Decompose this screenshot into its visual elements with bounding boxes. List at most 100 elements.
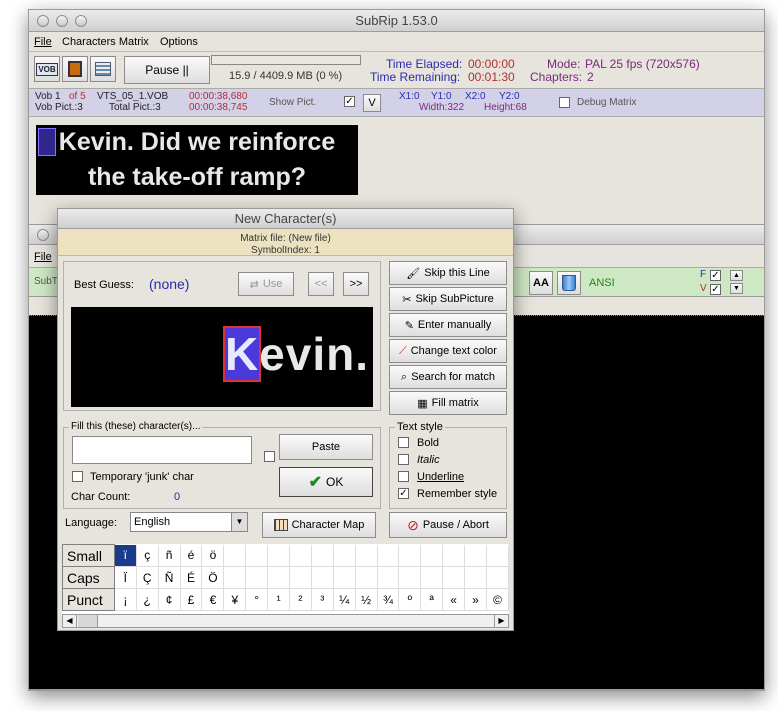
pause-abort-button[interactable]: ⊘ Pause / Abort (389, 512, 507, 538)
skip-line-button[interactable]: 🖌 Skip this Line (389, 261, 507, 285)
grid-cell[interactable] (311, 566, 334, 589)
grid-cell[interactable] (486, 566, 509, 589)
grid-cell[interactable]: ¡ (114, 588, 137, 611)
bold-checkbox[interactable] (398, 437, 409, 448)
grid-cell[interactable] (355, 544, 378, 567)
scroll-right-icon[interactable]: ▶ (494, 615, 508, 627)
grid-cell[interactable]: ö (201, 544, 225, 567)
second-menu-file[interactable]: File (34, 251, 52, 263)
grid-cell[interactable]: » (464, 588, 487, 611)
grid-cell[interactable]: © (486, 588, 509, 611)
v-checkbox[interactable]: ✓ (710, 284, 721, 295)
trash-button[interactable] (557, 271, 581, 295)
grid-cell[interactable]: € (201, 588, 225, 611)
spin-down-button[interactable]: ▼ (730, 283, 743, 294)
grid-cell[interactable] (289, 566, 312, 589)
open-vob-button[interactable]: VOB (34, 56, 60, 82)
minimize-window-button[interactable] (56, 15, 68, 27)
horizontal-scrollbar[interactable]: ◀ ▶ (62, 614, 509, 628)
character-map-button[interactable]: Character Map (262, 512, 376, 538)
grid-cell[interactable] (398, 566, 422, 589)
pause-button[interactable]: Pause || (124, 56, 210, 84)
search-match-button[interactable]: ⌕ Search for match (389, 365, 507, 389)
menu-characters-matrix[interactable]: Characters Matrix (62, 36, 149, 48)
grid-cell[interactable]: ñ (158, 544, 181, 567)
prev-button[interactable]: << (308, 272, 334, 296)
second-close-button[interactable] (37, 229, 49, 241)
zoom-window-button[interactable] (75, 15, 87, 27)
debug-matrix-checkbox[interactable] (559, 97, 570, 108)
grid-cell[interactable] (267, 544, 290, 567)
grid-cell[interactable] (267, 566, 290, 589)
grid-cell[interactable] (420, 544, 444, 567)
grid-cell[interactable] (223, 544, 247, 567)
grid-cell[interactable] (442, 566, 466, 589)
v-button[interactable]: V (363, 94, 381, 112)
next-button[interactable]: >> (343, 272, 369, 296)
grid-cell[interactable]: ² (289, 588, 312, 611)
grid-cell[interactable] (398, 544, 422, 567)
ok-button[interactable]: ✔ OK (279, 467, 373, 497)
remember-style-checkbox[interactable]: ✓ (398, 488, 409, 499)
grid-cell[interactable]: Ö (201, 566, 225, 589)
grid-cell[interactable] (464, 566, 487, 589)
grid-cell[interactable]: é (180, 544, 203, 567)
grid-cell[interactable] (464, 544, 487, 567)
grid-cell[interactable]: ¿ (136, 588, 159, 611)
grid-cell[interactable]: ¥ (223, 588, 247, 611)
grid-cell[interactable]: ¢ (158, 588, 181, 611)
grid-cell[interactable] (289, 544, 312, 567)
grid-cell[interactable] (442, 544, 466, 567)
scroll-left-icon[interactable]: ◀ (63, 615, 77, 627)
grid-cell[interactable]: Ï (114, 566, 137, 589)
grid-cell[interactable] (245, 566, 269, 589)
fill-matrix-button[interactable]: ▦ Fill matrix (389, 391, 507, 415)
grid-cell[interactable]: ª (420, 588, 444, 611)
skip-subpicture-button[interactable]: ✂ Skip SubPicture (389, 287, 507, 311)
grid-cell[interactable]: « (442, 588, 466, 611)
close-window-button[interactable] (37, 15, 49, 27)
grid-cell[interactable]: ¹ (267, 588, 290, 611)
grid-cell[interactable]: ¼ (333, 588, 356, 611)
grid-cell[interactable] (311, 544, 334, 567)
grid-cell[interactable] (355, 566, 378, 589)
temporary-junk-checkbox[interactable] (72, 471, 83, 482)
grid-cell[interactable] (245, 544, 269, 567)
grid-cell[interactable]: Ñ (158, 566, 181, 589)
grid-cell[interactable] (420, 566, 444, 589)
language-select[interactable]: English ▼ (130, 512, 248, 532)
matrix-button[interactable] (90, 56, 116, 82)
character-input[interactable] (72, 436, 252, 464)
grid-cell[interactable]: ³ (311, 588, 334, 611)
paste-button[interactable]: Paste (279, 434, 373, 460)
f-checkbox[interactable]: ✓ (710, 270, 721, 281)
spin-up-button[interactable]: ▲ (730, 270, 743, 281)
grid-cell[interactable]: ¾ (377, 588, 400, 611)
show-pict-checkbox[interactable]: ✓ (344, 96, 355, 107)
grid-cell[interactable] (377, 544, 400, 567)
grid-cell[interactable] (333, 566, 356, 589)
change-color-button[interactable]: ⟋ Change text color (389, 339, 507, 363)
grid-cell[interactable]: º (398, 588, 422, 611)
italic-checkbox[interactable] (398, 454, 409, 465)
grid-cell[interactable]: É (180, 566, 203, 589)
menu-options[interactable]: Options (160, 36, 198, 48)
grid-cell[interactable]: ° (245, 588, 269, 611)
grid-cell[interactable]: ï (114, 544, 137, 567)
font-size-button[interactable]: AA (529, 271, 553, 295)
film-button[interactable] (62, 56, 88, 82)
underline-checkbox[interactable] (398, 471, 409, 482)
menu-file[interactable]: File (34, 36, 52, 48)
enter-manually-button[interactable]: ✎ Enter manually (389, 313, 507, 337)
grid-cell[interactable] (486, 544, 509, 567)
grid-cell[interactable]: ç (136, 544, 159, 567)
scroll-thumb[interactable] (78, 615, 98, 627)
grid-cell[interactable]: Ç (136, 566, 159, 589)
grid-cell[interactable] (377, 566, 400, 589)
use-button[interactable]: ⇄ Use (238, 272, 294, 296)
grid-cell[interactable] (223, 566, 247, 589)
grid-cell[interactable] (333, 544, 356, 567)
multi-char-checkbox[interactable] (264, 451, 275, 462)
grid-cell[interactable]: £ (180, 588, 203, 611)
grid-cell[interactable]: ½ (355, 588, 378, 611)
